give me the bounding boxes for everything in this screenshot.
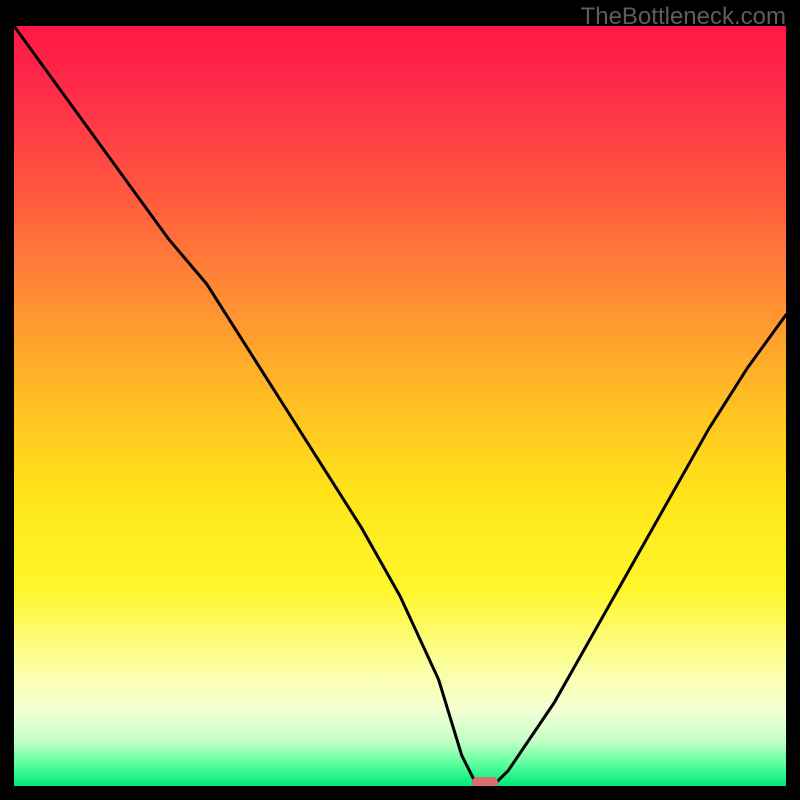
plot-area bbox=[14, 26, 786, 786]
minimum-marker bbox=[472, 777, 498, 786]
bottleneck-chart bbox=[14, 26, 786, 786]
watermark-text: TheBottleneck.com bbox=[581, 3, 786, 31]
gradient-background bbox=[14, 26, 786, 786]
chart-container: TheBottleneck.com bbox=[0, 0, 800, 800]
